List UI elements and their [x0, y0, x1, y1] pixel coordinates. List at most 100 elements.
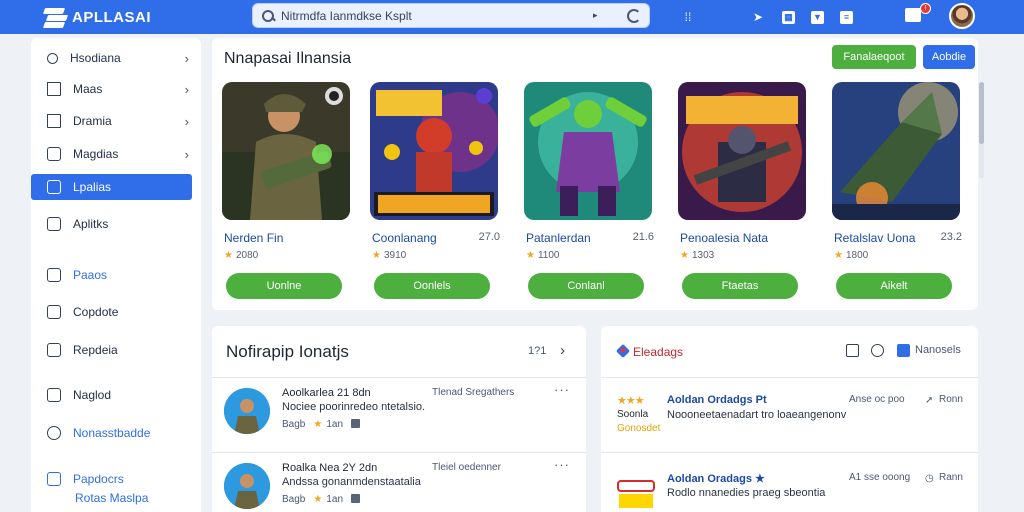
save-icon[interactable] [846, 344, 859, 357]
notifications-icon[interactable] [905, 8, 921, 22]
chevron-right-icon[interactable]: › [560, 342, 565, 359]
featured-primary-button[interactable]: Fanalaeqoot [832, 45, 916, 69]
apps-grid-icon[interactable]: ⁞⁞ [680, 9, 696, 25]
app-card-button[interactable]: Conlanl [528, 273, 644, 299]
house-icon [47, 114, 61, 128]
featured-secondary-button[interactable]: Aobdie [923, 45, 975, 69]
sidebar-item-9[interactable]: Naglod [31, 382, 201, 408]
news-panel: Nofirapip Ionatjs 1?1 › Aoolkarlea 21 8d… [212, 326, 586, 512]
search-bar[interactable]: ▸ [252, 3, 650, 28]
deals-label[interactable]: Nanosels [915, 344, 961, 356]
app-card-image[interactable] [832, 82, 960, 220]
shield-icon[interactable]: ▼ [811, 10, 824, 24]
app-card-image[interactable] [370, 82, 498, 220]
app-card[interactable]: Penoalesia Nata ★ 1303 Ftaetas [668, 82, 808, 302]
circle-icon [47, 426, 61, 440]
sidebar-item-label: Papdocrs [73, 472, 124, 486]
app-card-name[interactable]: Coonlanang [372, 231, 437, 245]
sidebar-item-8[interactable]: Repdeia [31, 337, 201, 363]
briefcase-icon [47, 305, 61, 319]
sidebar-item-11[interactable]: Papdocrs [31, 466, 201, 492]
sidebar-item-label: Naglod [73, 388, 112, 402]
chat-icon[interactable] [871, 344, 884, 357]
calendar-icon[interactable]: ▦ [782, 10, 795, 24]
news-title: Nofirapip Ionatjs [226, 342, 349, 361]
more-icon[interactable]: ··· [554, 457, 570, 472]
search-icon [47, 52, 58, 64]
star-icon: ★ [313, 419, 323, 430]
item-info: Bagb ★ 1an [282, 494, 361, 505]
app-card[interactable]: Coonlanang 27.0 ★ 3910 Oonlels [360, 82, 500, 302]
scrollbar-thumb[interactable] [979, 82, 984, 144]
item-meta: A1 sse ooong [849, 472, 911, 483]
app-card-name[interactable]: Patanlerdan [526, 231, 591, 245]
sidebar-item-2[interactable]: Dramia › [31, 108, 201, 134]
grid-icon [47, 217, 61, 231]
item-desc: Andssa gonanmdenstaatalia [282, 476, 421, 488]
sidebar-item-label: Maas [73, 82, 103, 96]
sidebar-item-0[interactable]: Hsodiana › [31, 45, 201, 71]
app-card-name[interactable]: Penoalesia Nata [680, 231, 768, 245]
item-title[interactable]: Aoolkarlea 21 8dn [282, 387, 371, 399]
app-card-button[interactable]: Aikelt [836, 273, 952, 299]
sidebar-item-label: Magdias [73, 147, 119, 161]
star-icon: ★ [224, 250, 233, 261]
list-item[interactable]: Aoldan Oradags ★ A1 sse ooong ◷ Rann Rod… [601, 464, 978, 512]
bookmark-icon [47, 388, 61, 402]
sidebar-item-3[interactable]: Magdias › [31, 141, 201, 167]
sidebar-item-4[interactable]: Lpalias [31, 174, 192, 200]
facebook-icon[interactable] [897, 344, 910, 357]
star-icon: ★ [313, 494, 323, 505]
app-card-size: 21.6 [632, 231, 654, 243]
badge-icon [615, 343, 631, 359]
notification-badge: ! [920, 3, 931, 14]
app-card-name[interactable]: Retalslav Uona [834, 231, 915, 245]
divider [601, 377, 978, 378]
brand[interactable]: APLLASAI [42, 7, 244, 28]
sidebar-item-7[interactable]: Copdote [31, 299, 201, 325]
send-icon[interactable]: ➤ [750, 9, 766, 25]
bag-icon [351, 494, 361, 503]
app-card-name[interactable]: Nerden Fin [224, 231, 283, 245]
item-title[interactable]: Roalka Nea 2Y 2dn [282, 462, 377, 474]
pin-icon[interactable]: ➚ [925, 395, 933, 406]
list-item[interactable]: Roalka Nea 2Y 2dn Tleiel oedenner ··· An… [212, 453, 586, 512]
app-card-image[interactable] [524, 82, 652, 220]
sidebar-item-label: Paaos [73, 268, 108, 282]
app-card-image[interactable] [678, 82, 806, 220]
app-card[interactable]: Nerden Fin ★ 2080 Uonlne [212, 82, 352, 302]
app-card-button[interactable]: Oonlels [374, 273, 490, 299]
sidebar-item-1[interactable]: Maas › [31, 76, 201, 102]
cursor-icon: ▸ [593, 10, 598, 20]
app-card[interactable]: Patanlerdan 21.6 ★ 1100 Conlanl [514, 82, 654, 302]
item-info: Bagb ★ 1an [282, 419, 361, 430]
item-right: Ronn [939, 394, 963, 405]
app-card-rating: ★ 1800 [834, 250, 869, 261]
user-avatar[interactable] [949, 3, 975, 29]
app-card-button[interactable]: Ftaetas [682, 273, 798, 299]
app-logo-icon [42, 7, 69, 28]
refresh-icon[interactable] [627, 8, 641, 23]
star-icon: ★ [526, 250, 535, 261]
item-title[interactable]: Aoldan Ordadgs Pt [667, 394, 767, 406]
app-card-rating: ★ 2080 [224, 250, 259, 261]
sidebar-item-label: Dramia [73, 114, 112, 128]
item-title[interactable]: Aoldan Oradags ★ [667, 472, 765, 485]
search-input[interactable] [281, 8, 593, 23]
app-card-button[interactable]: Uonlne [226, 273, 342, 299]
clock-icon[interactable]: ◷ [925, 473, 934, 484]
star-icon: ★ [834, 250, 843, 261]
sidebar-item-5[interactable]: Aplitks [31, 211, 201, 237]
app-card-image[interactable] [222, 82, 350, 220]
scrollbar[interactable] [979, 82, 984, 178]
sidebar-sub-label[interactable]: Rotas Maslpa [75, 491, 148, 505]
item-meta: Tleiel oedenner [432, 462, 501, 473]
document-icon[interactable]: ≡ [840, 10, 853, 24]
app-card[interactable]: Retalslav Uona 23.2 ★ 1800 Aikelt [822, 82, 962, 302]
sidebar-item-10[interactable]: Nonasstbadde [31, 420, 201, 446]
sidebar-item-6[interactable]: Paaos [31, 262, 201, 288]
list-item[interactable]: ★★★ Soonla Gonosdet Aoldan Ordadgs Pt An… [601, 386, 978, 458]
list-item[interactable]: Aoolkarlea 21 8dn Tlenad Sregathers ··· … [212, 378, 586, 450]
item-tag: Soonla [617, 409, 649, 420]
more-icon[interactable]: ··· [554, 382, 570, 397]
